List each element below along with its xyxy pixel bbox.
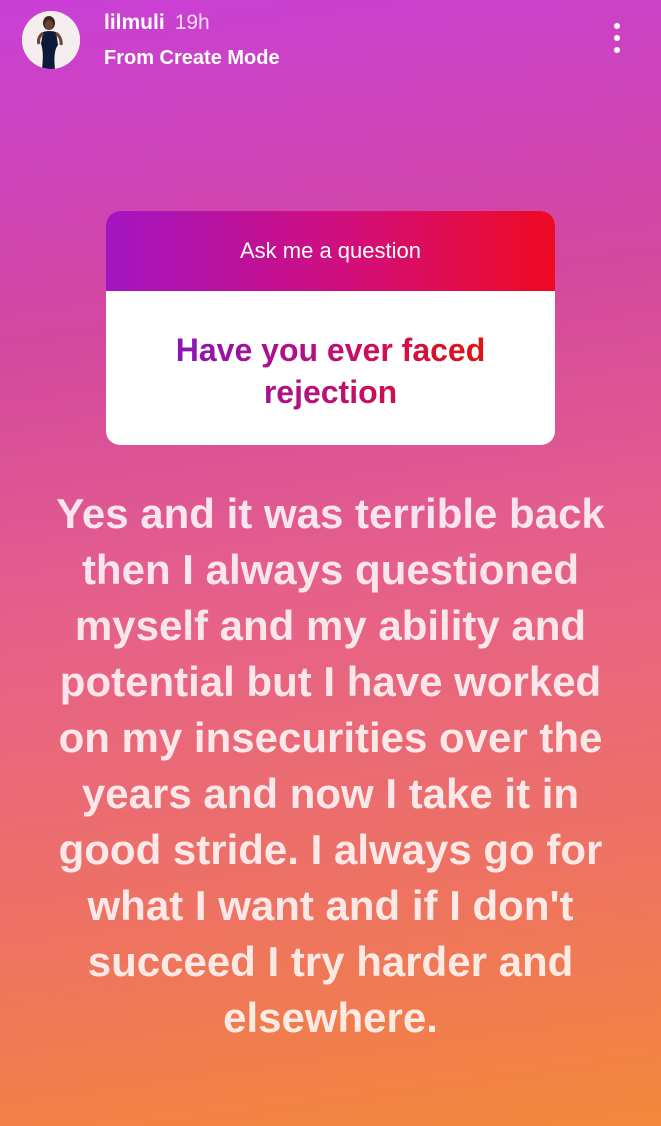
story-viewer: lilmuli 19h From Create Mode Ask me a que…: [0, 0, 661, 1126]
sticker-header: Ask me a question: [106, 211, 555, 291]
time-ago: 19h: [174, 11, 210, 34]
profile-photo-icon: [22, 11, 80, 69]
story-subtitle: From Create Mode: [104, 47, 280, 69]
avatar[interactable]: [22, 11, 80, 69]
more-vertical-icon: [614, 23, 620, 29]
username-row: lilmuli 19h: [104, 10, 210, 36]
question-sticker: Ask me a question Have you ever faced re…: [106, 211, 555, 445]
more-options-button[interactable]: [600, 18, 634, 58]
username[interactable]: lilmuli: [104, 11, 165, 34]
story-header: lilmuli 19h From Create Mode: [0, 0, 661, 90]
sticker-body: Have you ever faced rejection: [106, 291, 555, 413]
sticker-question: Have you ever faced rejection: [126, 329, 535, 413]
answer-text: Yes and it was terrible back then I alwa…: [56, 490, 605, 1041]
